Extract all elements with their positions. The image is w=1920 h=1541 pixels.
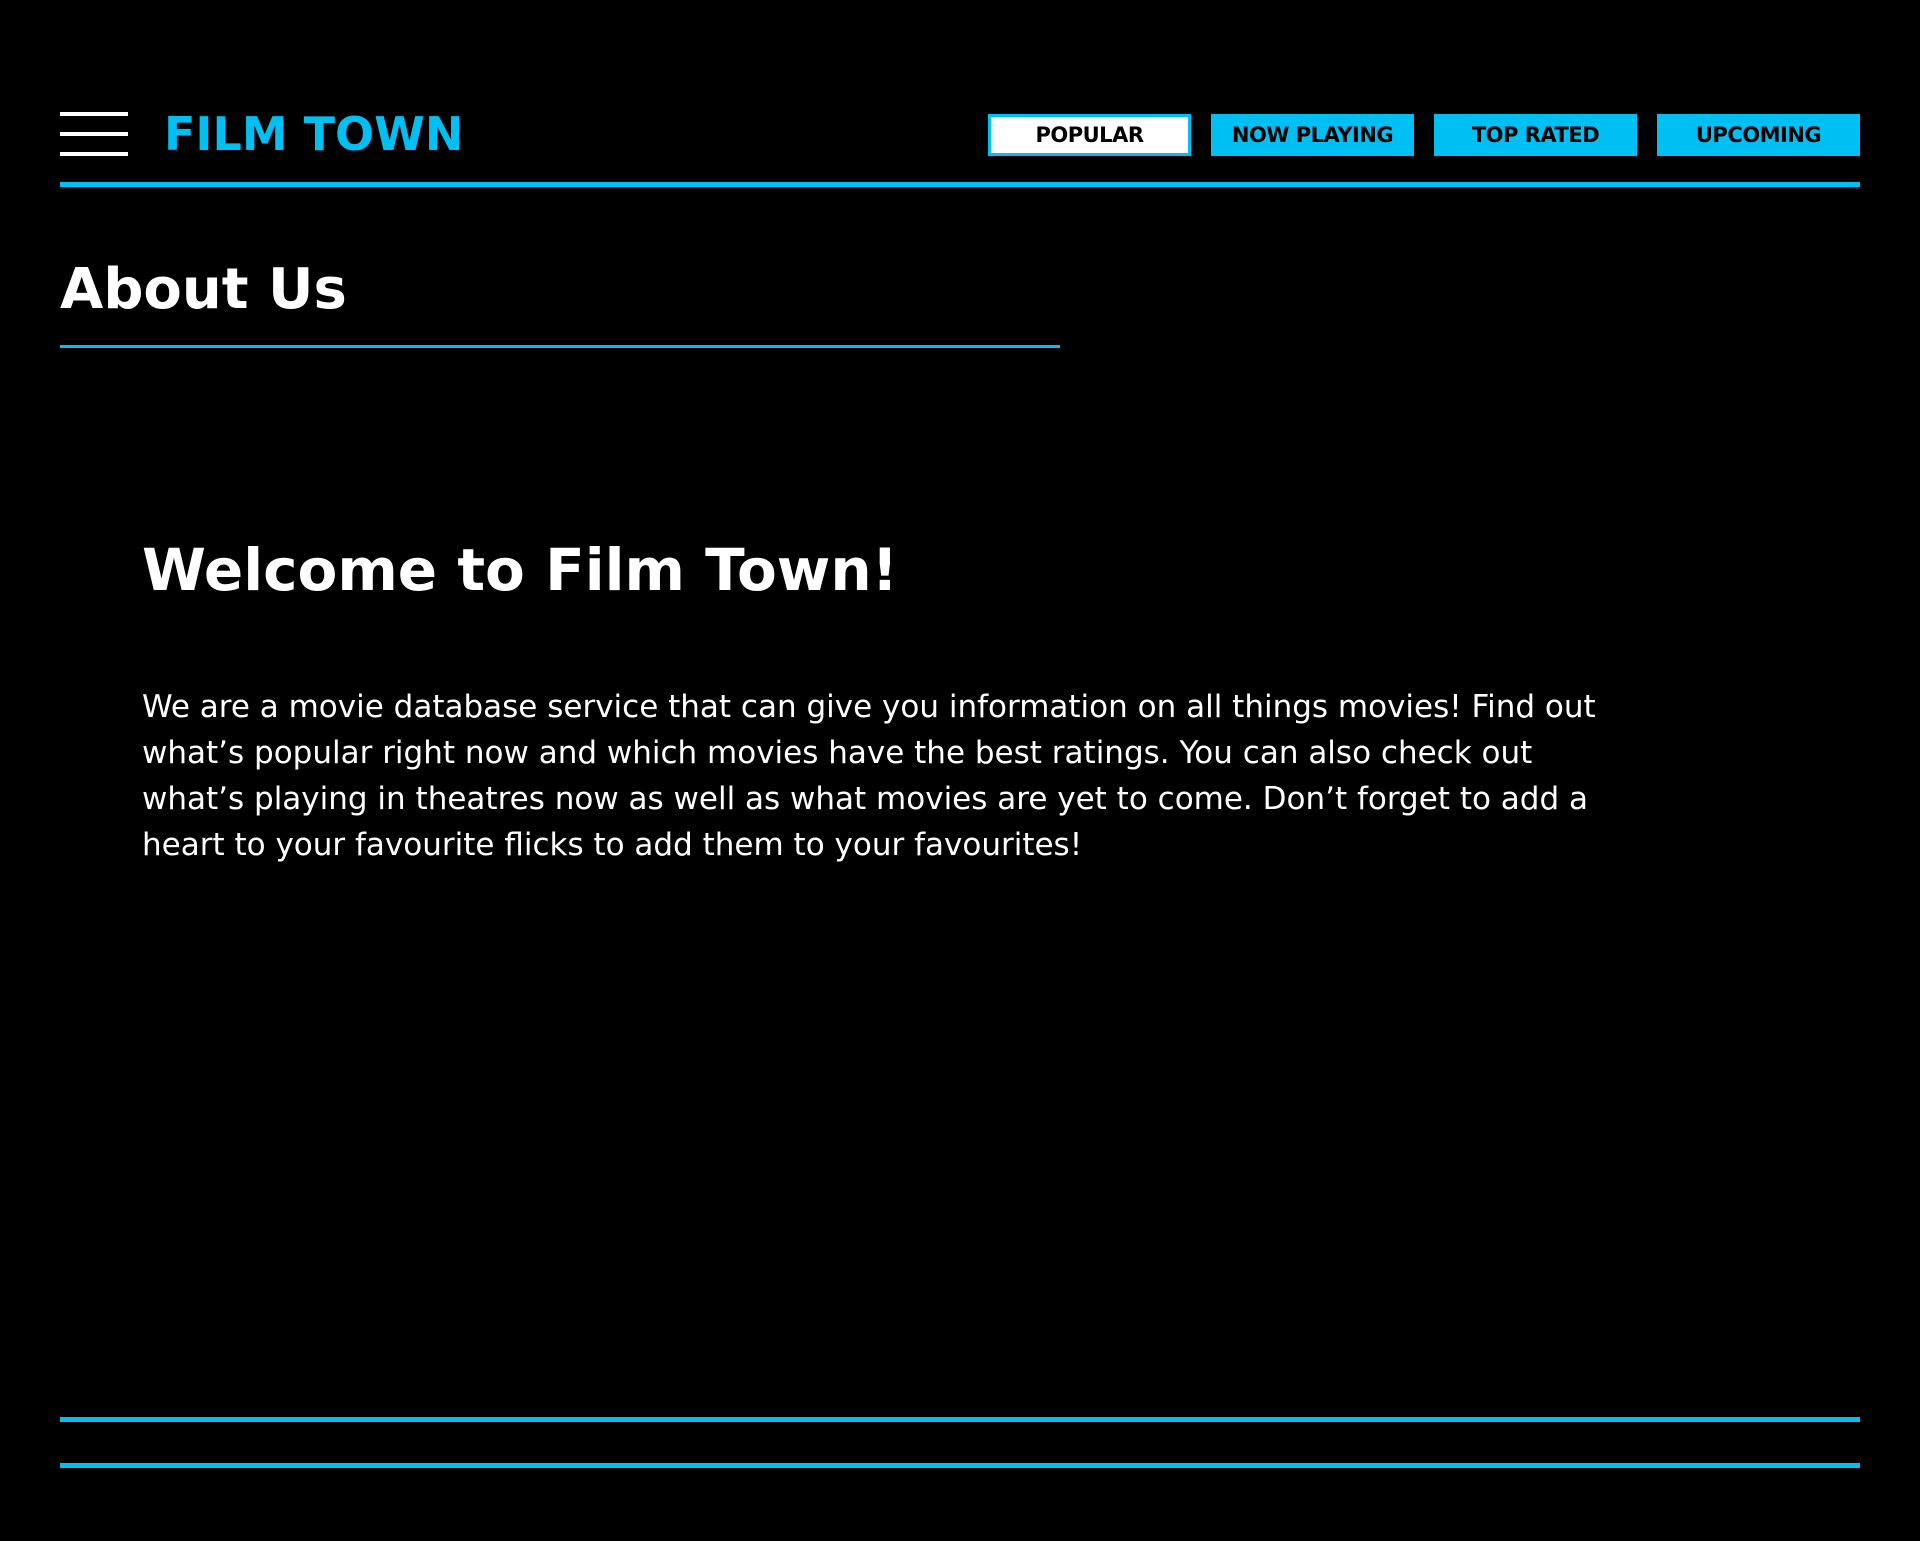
hamburger-line bbox=[60, 112, 128, 116]
nav-popular-button[interactable]: POPULAR bbox=[988, 114, 1191, 156]
footer-divider-bottom bbox=[60, 1463, 1860, 1468]
nav-upcoming-button[interactable]: UPCOMING bbox=[1657, 114, 1860, 156]
title-divider bbox=[60, 345, 1060, 348]
site-logo[interactable]: FILM TOWN bbox=[164, 108, 463, 160]
footer-divider-top bbox=[60, 1417, 1860, 1422]
hamburger-line bbox=[60, 132, 128, 136]
nav-now-playing-button[interactable]: NOW PLAYING bbox=[1211, 114, 1414, 156]
site-header: FILM TOWN POPULAR NOW PLAYING TOP RATED … bbox=[60, 100, 1860, 170]
nav-top-rated-button[interactable]: TOP RATED bbox=[1434, 114, 1637, 156]
main-nav: POPULAR NOW PLAYING TOP RATED UPCOMING bbox=[988, 114, 1860, 156]
intro-paragraph: We are a movie database service that can… bbox=[142, 689, 1596, 863]
hamburger-menu-icon[interactable] bbox=[60, 112, 128, 156]
header-divider bbox=[60, 182, 1860, 187]
welcome-heading: Welcome to Film Town! bbox=[142, 536, 899, 604]
hamburger-line bbox=[60, 152, 128, 156]
page-title: About Us bbox=[60, 257, 347, 322]
